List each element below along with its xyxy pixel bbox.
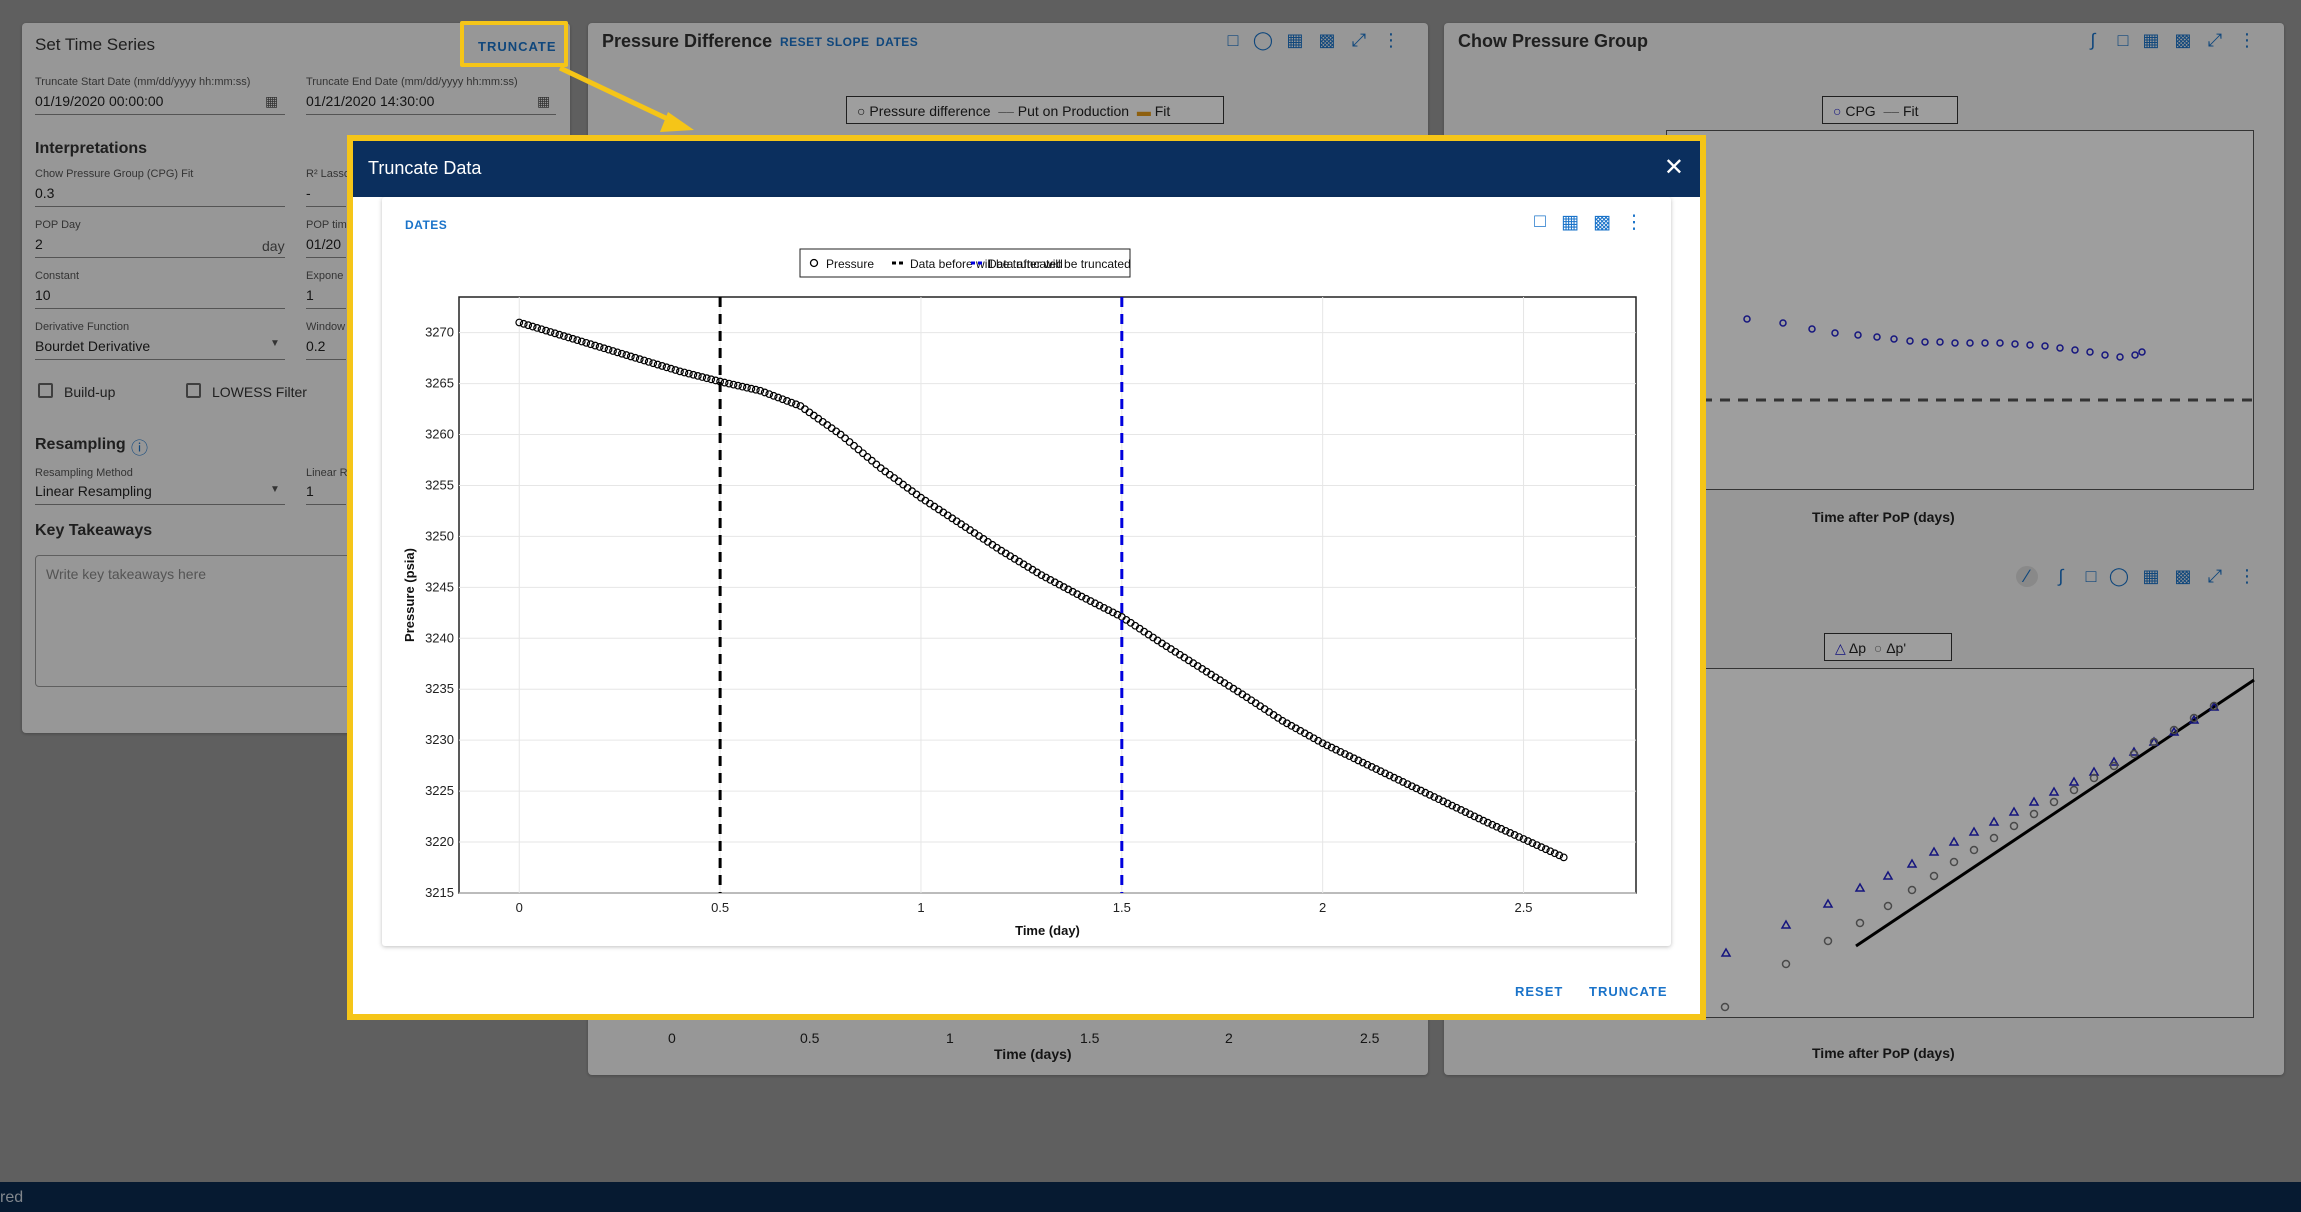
- y-tick-label: 3215: [425, 885, 454, 900]
- y-tick-label: 3220: [425, 834, 454, 849]
- y-tick-label: 3225: [425, 783, 454, 798]
- y-tick-label: 3230: [425, 732, 454, 747]
- y-tick-label: 3260: [425, 427, 454, 442]
- x-tick-label: 0.5: [711, 900, 729, 915]
- y-tick-label: 3245: [425, 579, 454, 594]
- reset-button[interactable]: RESET: [1515, 984, 1563, 999]
- y-tick-label: 3270: [425, 325, 454, 340]
- x-tick-label: 2.5: [1514, 900, 1532, 915]
- x-axis-label: Time (day): [1015, 923, 1080, 938]
- truncate-highlight: [460, 21, 568, 67]
- x-tick-label: 1: [917, 900, 924, 915]
- x-tick-label: 2: [1319, 900, 1326, 915]
- close-icon[interactable]: ✕: [1664, 153, 1684, 182]
- y-tick-label: 3240: [425, 630, 454, 645]
- y-tick-label: 3255: [425, 477, 454, 492]
- truncate-confirm-button[interactable]: TRUNCATE: [1589, 984, 1668, 999]
- dialog-header: Truncate Data ✕: [353, 141, 1700, 197]
- x-tick-label: 0: [516, 900, 523, 915]
- pressure-chart[interactable]: 0 0.5 1 1.5 2 2.5 3215 3220 3225 3230 3235 3240 3245…: [382, 197, 1671, 946]
- y-tick-label: 3250: [425, 528, 454, 543]
- dialog-title: Truncate Data: [368, 158, 482, 178]
- x-tick-label: 1.5: [1113, 900, 1131, 915]
- y-tick-label: 3235: [425, 681, 454, 696]
- chart-card: DATES □ ▦ ▩ ⋮ 0 0.5 1 1.5 2 2.5 3215 3220 3225 32…: [382, 197, 1671, 946]
- y-tick-label: 3265: [425, 376, 454, 391]
- y-axis-label: Pressure (psia): [402, 548, 417, 642]
- legend-pressure: Pressure: [826, 257, 874, 271]
- plot-frame: [458, 296, 1637, 894]
- truncate-data-dialog: Truncate Data ✕ DATES □ ▦ ▩ ⋮ 0 0.5 1 1.5 2 2…: [347, 135, 1706, 1020]
- legend-after-truncated: Data after will be truncated: [988, 257, 1131, 271]
